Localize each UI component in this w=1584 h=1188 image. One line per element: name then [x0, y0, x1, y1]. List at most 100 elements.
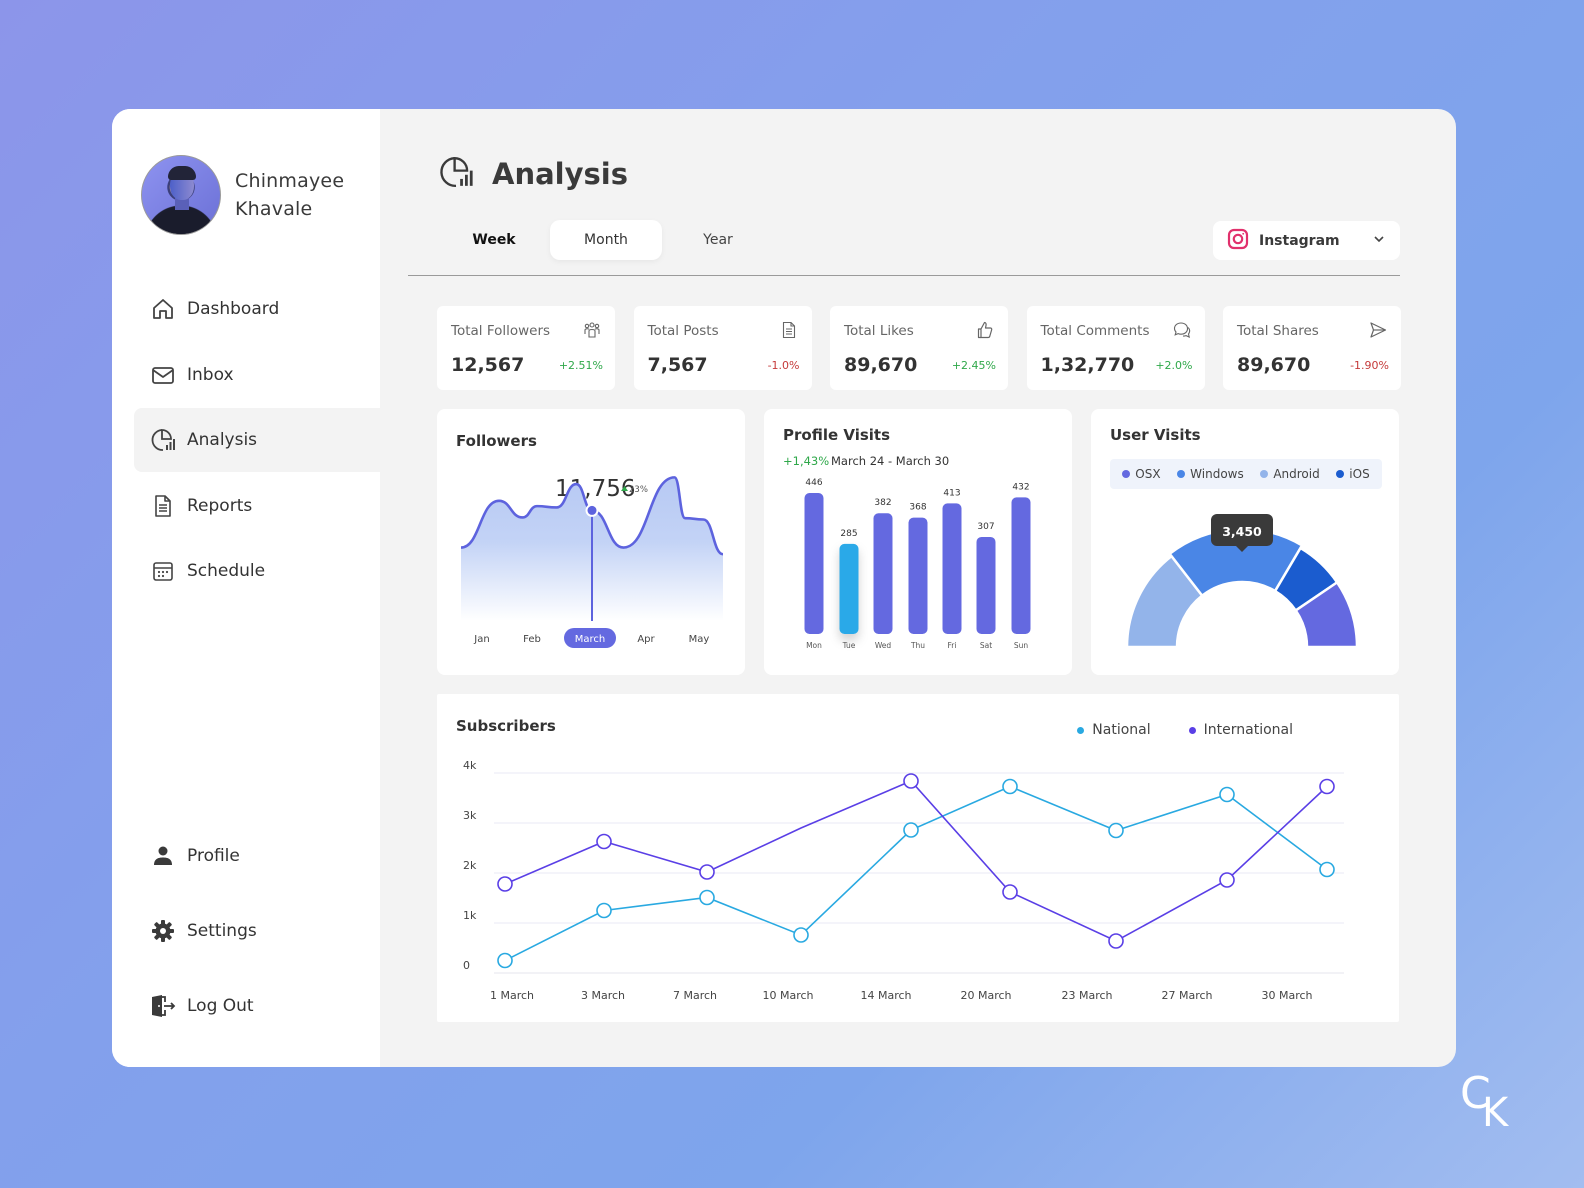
stat-change: +2.45% [951, 359, 996, 372]
sidebar-item-schedule[interactable]: Schedule [134, 539, 380, 603]
y-tick-label: 2k [463, 859, 477, 872]
sidebar-item-logout[interactable]: Log Out [134, 974, 380, 1038]
x-tick-label[interactable]: Feb [523, 634, 541, 645]
platform-select[interactable]: Instagram [1213, 221, 1400, 260]
bar-sun[interactable] [1011, 497, 1031, 634]
analysis-icon [150, 427, 176, 453]
bar-value-label: 432 [1012, 482, 1029, 492]
x-tick-label: 20 March [960, 989, 1011, 1002]
data-point-international[interactable] [1319, 778, 1335, 795]
data-point-national[interactable] [793, 927, 809, 943]
data-point-international[interactable] [1108, 933, 1124, 949]
data-point-national[interactable] [1002, 778, 1018, 795]
bar-mon[interactable] [804, 493, 824, 634]
data-point-national[interactable] [1108, 822, 1124, 839]
sidebar-item-label: Reports [187, 496, 253, 516]
stat-value: 1,32,770 [1040, 354, 1135, 376]
data-point-international[interactable] [1002, 884, 1018, 900]
data-point-national[interactable] [1319, 861, 1335, 878]
x-tick-label: Sat [980, 641, 992, 650]
stat-change: -1.0% [767, 359, 800, 372]
sidebar-item-dashboard[interactable]: Dashboard [134, 277, 380, 341]
data-point-national[interactable] [903, 822, 919, 838]
data-point-national[interactable] [596, 902, 612, 919]
data-point-international[interactable] [699, 864, 715, 880]
data-point-national[interactable] [699, 889, 715, 906]
data-point-international[interactable] [596, 833, 612, 850]
bar-value-label: 285 [840, 529, 857, 539]
thumbs-up-icon [976, 321, 994, 339]
followers-change: 23% [629, 485, 648, 495]
x-tick-label: Wed [875, 641, 892, 650]
gear-icon [150, 918, 176, 944]
sidebar-item-analysis[interactable]: Analysis [134, 408, 380, 472]
bar-sat[interactable] [976, 536, 996, 634]
analysis-icon [438, 154, 474, 194]
subscribers-card: Subscribers National International 0 1k 2k… [437, 694, 1399, 1022]
sidebar-item-label: Profile [187, 846, 240, 866]
tooltip-value: 3,450 [1222, 524, 1262, 539]
app-window: Chinmayee Khavale Dashboard Inbox Analys… [112, 109, 1456, 1067]
sidebar-item-label: Inbox [187, 365, 234, 385]
stat-value: 7,567 [647, 354, 708, 376]
bar-tue[interactable] [839, 543, 859, 634]
bar-fri[interactable] [942, 503, 962, 634]
stat-label: Total Followers [451, 323, 551, 339]
home-icon [150, 296, 176, 322]
calendar-icon [150, 558, 176, 584]
bar-value-label: 382 [874, 498, 891, 508]
sidebar-item-settings[interactable]: Settings [134, 899, 380, 963]
document-icon [780, 321, 798, 339]
stat-change: +2.0% [1155, 359, 1193, 372]
user-last-name: Khavale [235, 198, 313, 220]
data-point-international[interactable] [903, 773, 919, 789]
comments-icon [1173, 321, 1191, 339]
x-tick-label[interactable]: March [575, 634, 605, 645]
y-tick-label: 3k [463, 809, 477, 822]
tab-week[interactable]: Week [438, 220, 550, 260]
x-tick-label[interactable]: Apr [637, 634, 655, 645]
data-point-national[interactable] [1219, 786, 1235, 803]
sidebar-item-label: Analysis [187, 430, 258, 450]
bar-thu[interactable] [908, 517, 928, 634]
stat-card-likes: Total Likes 89,670 +2.45% [830, 306, 1008, 390]
sidebar-item-profile[interactable]: Profile [134, 824, 380, 888]
x-tick-label: 27 March [1161, 989, 1212, 1002]
x-tick-label: Sun [1014, 641, 1029, 650]
period-tabs: Week Month Year [438, 220, 774, 260]
tab-year[interactable]: Year [662, 220, 774, 260]
user-name: Chinmayee Khavale [235, 167, 344, 223]
stat-value: 12,567 [451, 354, 525, 376]
page-header: Analysis [438, 154, 628, 194]
x-tick-label[interactable]: Jan [473, 634, 489, 645]
user-visits-card: User Visits OSX Windows Android iOS 3,45… [1091, 409, 1399, 675]
users-icon [583, 321, 601, 339]
user-profile[interactable]: Chinmayee Khavale [141, 155, 344, 235]
data-point-national[interactable] [497, 952, 513, 969]
x-tick-label: Tue [842, 641, 856, 650]
stats-row: Total Followers 12,567 +2.51% Total Post… [437, 306, 1401, 390]
x-tick-label: 1 March [490, 989, 534, 1002]
x-tick-label[interactable]: May [689, 634, 710, 645]
bar-value-label: 307 [977, 522, 994, 532]
stat-value: 89,670 [844, 354, 918, 376]
sidebar-item-reports[interactable]: Reports [134, 474, 380, 538]
stat-label: Total Likes [844, 323, 914, 339]
bar-wed[interactable] [873, 513, 893, 634]
data-point-international[interactable] [497, 876, 513, 892]
profile-visits-card: Profile Visits +1,43% March 24 - March 3… [764, 409, 1072, 675]
followers-chart: 11,756 23% Jan Feb March Apr May [460, 476, 724, 648]
x-tick-label: 3 March [581, 989, 625, 1002]
sidebar-item-inbox[interactable]: Inbox [134, 343, 380, 407]
avatar [141, 155, 221, 235]
platform-select-value: Instagram [1259, 232, 1340, 249]
sidebar-item-label: Settings [187, 921, 257, 941]
tab-month[interactable]: Month [550, 220, 662, 260]
x-tick-label: Mon [806, 641, 822, 650]
x-tick-label: 10 March [762, 989, 813, 1002]
mail-icon [150, 362, 176, 388]
data-point-international[interactable] [1219, 872, 1235, 888]
user-icon [150, 843, 176, 869]
user-visits-gauge: 3,450 [1125, 514, 1359, 649]
instagram-icon [1227, 228, 1249, 254]
